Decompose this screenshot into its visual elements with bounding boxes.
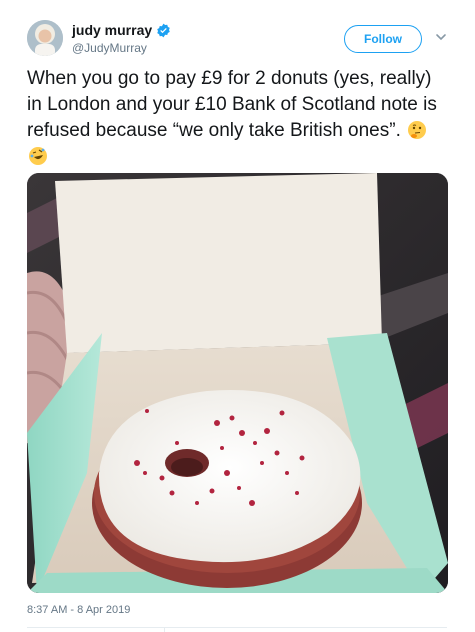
- tweet-timestamp[interactable]: 8:37 AM - 8 Apr 2019: [27, 604, 130, 616]
- handle[interactable]: @JudyMurray: [72, 41, 171, 55]
- tweet-card: judy murray @JudyMurray Follow When you …: [0, 0, 475, 632]
- divider: [27, 627, 447, 628]
- divider-tick: [164, 627, 165, 632]
- verified-badge-icon: [157, 23, 170, 37]
- tweet-photo[interactable]: [27, 173, 448, 593]
- display-name-text[interactable]: judy murray: [72, 22, 152, 38]
- chevron-down-icon[interactable]: [434, 30, 448, 44]
- author-names: judy murray @JudyMurray: [72, 22, 171, 55]
- rolling-on-floor-laughing-icon: [29, 147, 47, 165]
- tweet-header: judy murray @JudyMurray Follow: [27, 20, 457, 60]
- avatar[interactable]: [27, 20, 63, 56]
- display-name[interactable]: judy murray: [72, 22, 171, 38]
- follow-button[interactable]: Follow: [344, 25, 422, 53]
- tweet-text: When you go to pay £9 for 2 donuts (yes,…: [27, 68, 437, 141]
- tweet-text-block: When you go to pay £9 for 2 donuts (yes,…: [27, 66, 447, 170]
- thinking-face-icon: [408, 121, 427, 139]
